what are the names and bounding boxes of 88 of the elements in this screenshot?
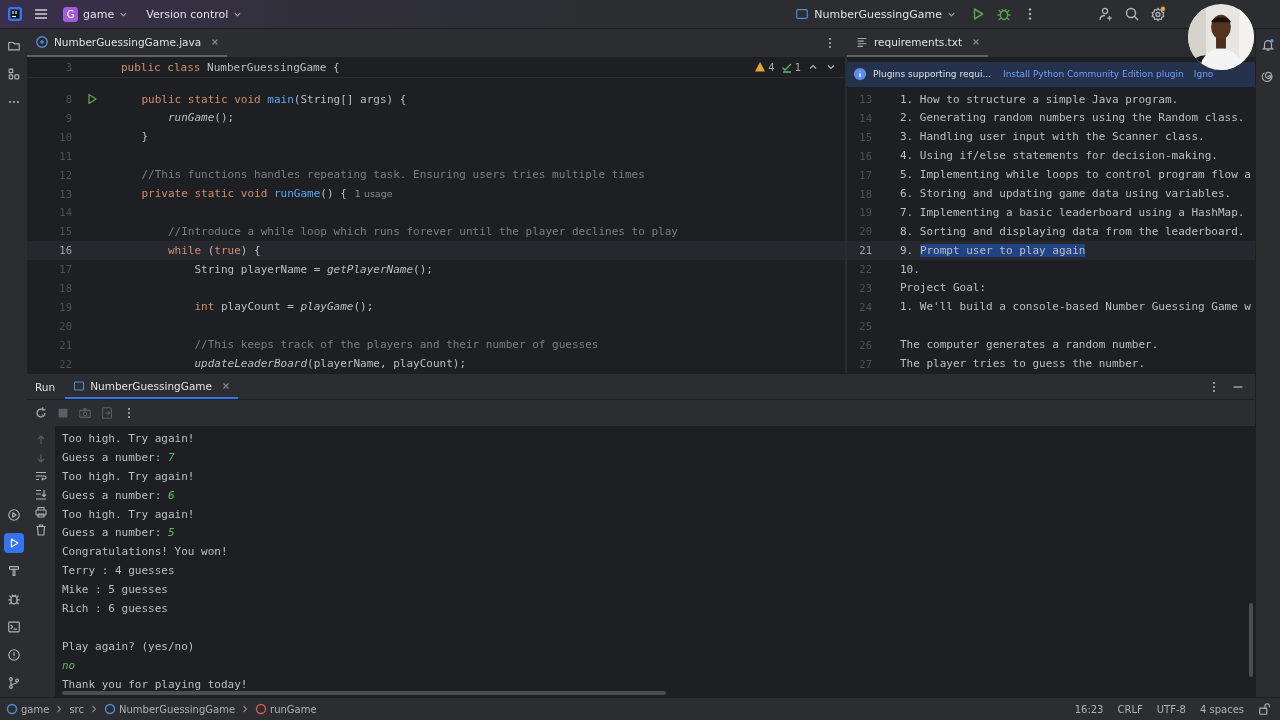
text-line: 7. Implementing a basic leaderboard using a HashMap.: [900, 205, 1245, 219]
lock-icon[interactable]: [1258, 702, 1272, 716]
warning-count[interactable]: 4: [754, 61, 775, 74]
console-line: Too high. Try again!: [62, 431, 195, 445]
banner-message: Plugins supporting requi...: [873, 69, 991, 80]
class-icon: [35, 35, 49, 49]
console-line: Rich : 6 guesses: [62, 601, 168, 615]
console-line: Congratulations! You won!: [62, 545, 228, 559]
module-icon: [6, 703, 18, 715]
text-line: 5. Implementing while loops to control program flow a: [900, 168, 1251, 182]
code-line: private static void runGame() {: [140, 187, 347, 201]
breadcrumb[interactable]: game: [6, 703, 50, 715]
install-plugin-link[interactable]: Install Python Community Edition plugin: [1003, 69, 1184, 80]
caret-position[interactable]: 16:23: [1074, 703, 1104, 715]
close-icon[interactable]: [211, 38, 220, 46]
text-line: 3. Handling user input with the Scanner class.: [900, 130, 1205, 144]
console-line: Terry : 4 guesses: [62, 564, 175, 578]
add-user-icon[interactable]: [1098, 6, 1114, 22]
file-encoding[interactable]: UTF-8: [1156, 703, 1186, 715]
text-line: The player tries to guess the number.: [900, 357, 1146, 371]
line-number: 21: [858, 244, 872, 257]
window-icon: [73, 379, 86, 392]
run-tab[interactable]: NumberGuessingGame: [65, 374, 238, 399]
window-icon: [795, 7, 810, 21]
text-line: 9. Prompt user to play again: [900, 243, 1086, 257]
console-line: Guess a number: 5: [62, 526, 175, 540]
info-icon: [853, 67, 867, 82]
console-line: Guess a number: 6: [62, 488, 175, 502]
chevron-icon: [90, 704, 98, 714]
scroll-to-end-icon[interactable]: [35, 488, 47, 500]
console-line: Too high. Try again!: [62, 507, 195, 521]
run-configuration-selector[interactable]: NumberGuessingGame: [791, 5, 960, 23]
weak-warning-count[interactable]: 1: [780, 61, 801, 74]
text-line: 2. Generating random numbers using the Random class.: [900, 111, 1245, 125]
code-line: int playCount = playGame();: [193, 300, 374, 314]
text-line: 10.: [900, 262, 920, 276]
rerun-icon[interactable]: [34, 406, 48, 420]
chevron-icon: [241, 704, 250, 714]
method-icon: [255, 703, 268, 715]
console-line: no: [62, 658, 76, 672]
chevron-icon: [55, 704, 64, 714]
menu-icon[interactable]: [33, 6, 49, 22]
usage-hint[interactable]: 1 usage: [354, 188, 393, 200]
code-line: runGame();: [166, 111, 235, 125]
project-selector[interactable]: G game: [59, 4, 133, 24]
code-line: String playerName = getPlayerName();: [193, 262, 433, 276]
run-icon[interactable]: [86, 93, 98, 106]
soft-wrap-icon[interactable]: [35, 470, 47, 482]
trash-icon[interactable]: [35, 524, 47, 536]
line-separator[interactable]: CRLF: [1117, 703, 1143, 715]
text-line: The computer generates a random number.: [900, 338, 1159, 352]
code-line: public class NumberGuessingGame {: [121, 60, 340, 74]
text-file-icon: [855, 35, 869, 49]
text-line: 4. Using if/else statements for decision-making.: [900, 149, 1218, 163]
console-line: Too high. Try again!: [62, 469, 195, 483]
app-logo-icon[interactable]: [7, 6, 23, 22]
code-line: updateLeaderBoard(playerName, playCount);: [193, 357, 466, 371]
panel-title: Run: [35, 380, 56, 393]
search-icon[interactable]: [1124, 6, 1140, 22]
console-line: Thank you for playing today!: [62, 677, 248, 691]
breadcrumb[interactable]: runGame: [255, 703, 317, 715]
debug-icon[interactable]: [996, 6, 1012, 22]
version-control-menu[interactable]: Version control: [142, 5, 247, 23]
breadcrumb[interactable]: NumberGuessingGame: [104, 703, 236, 715]
console-line: Mike : 5 guesses: [62, 583, 168, 597]
breadcrumb[interactable]: src: [69, 703, 84, 715]
code-line: //This keeps track of the players and their number of guesses: [193, 338, 599, 352]
close-icon[interactable]: [972, 38, 981, 46]
code-line: //Introduce a while loop which runs forever until the player declines to play: [166, 224, 678, 238]
close-icon[interactable]: [222, 381, 230, 390]
text-line: 1. We'll build a console-based Number Guessing Game w: [900, 300, 1251, 314]
settings-icon[interactable]: [1150, 6, 1166, 22]
text-line: Project Goal:: [900, 281, 987, 295]
text-line: 6. Storing and updating game data using variables.: [900, 187, 1232, 201]
ignore-link[interactable]: Igno: [1193, 69, 1214, 80]
indent-setting[interactable]: 4 spaces: [1199, 703, 1244, 715]
console-line: Play again? (yes/no): [62, 639, 195, 653]
code-line: //This functions handles repeating task. Ensuring users tries multiple times: [140, 168, 645, 182]
text-line: 1. How to structure a simple Java program.: [900, 92, 1179, 106]
print-icon[interactable]: [35, 506, 47, 518]
run-icon[interactable]: [3, 533, 24, 553]
text-line: 8. Sorting and displaying data from the leaderboard.: [900, 224, 1245, 238]
class-icon: [104, 703, 116, 715]
line-number: 16: [58, 244, 72, 257]
code-line: while (true) {: [166, 243, 261, 257]
code-line: public static void main(String[] args) {: [140, 92, 407, 106]
code-line: }: [140, 130, 149, 144]
console-line: Guess a number: 7: [62, 450, 175, 464]
